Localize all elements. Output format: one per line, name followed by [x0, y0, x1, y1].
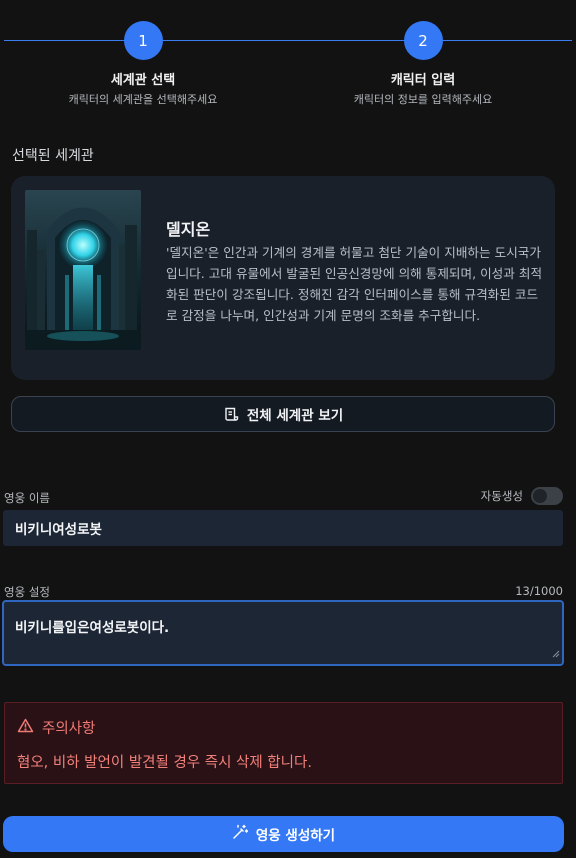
- step-subtitle: 캐릭터의 세계관을 선택해주세요: [68, 93, 218, 106]
- hero-name-input[interactable]: 비키니여성로봇: [3, 510, 563, 546]
- hero-setting-value: 비키니를입은여성로봇이다.: [15, 620, 170, 636]
- step-number: 1: [123, 21, 163, 60]
- auto-generate-label: 자동생성: [480, 489, 523, 503]
- character-counter: 13/1000: [515, 584, 563, 598]
- step-character-input[interactable]: 2 캐릭터 입력 캐릭터의 정보를 입력해주세요: [303, 21, 543, 107]
- warning-text: 혐오, 비하 발언이 발견될 경우 즉시 삭제 합니다.: [17, 755, 312, 771]
- step-world-select[interactable]: 1 세계관 선택 캐릭터의 세계관을 선택해주세요: [23, 21, 263, 107]
- world-name: 델지온: [166, 220, 211, 239]
- auto-generate: 자동생성: [481, 487, 563, 505]
- create-hero-label: 영웅 생성하기: [255, 828, 336, 844]
- step-title: 캐릭터 입력: [390, 73, 456, 88]
- step-number: 2: [403, 21, 443, 60]
- hero-setting-label: 영웅 설정: [4, 585, 50, 599]
- create-hero-button[interactable]: 영웅 생성하기: [3, 816, 564, 852]
- view-full-world-label: 전체 세계관 보기: [246, 408, 344, 424]
- warning-title: 주의사항: [42, 721, 96, 737]
- world-card: 델지온 '델지온'은 인간과 기계의 경계를 허물고 첨단 기술이 지배하는 도…: [11, 176, 555, 380]
- hero-setting-textarea[interactable]: 비키니를입은여성로봇이다.: [2, 600, 564, 666]
- scroll-icon: [223, 406, 239, 422]
- step-title: 세계관 선택: [110, 73, 176, 88]
- step-subtitle: 캐릭터의 정보를 입력해주세요: [353, 93, 493, 106]
- world-thumbnail: [25, 190, 141, 350]
- resize-handle-icon[interactable]: [552, 646, 560, 662]
- auto-generate-toggle[interactable]: [531, 487, 563, 505]
- warning-box: 주의사항 혐오, 비하 발언이 발견될 경우 즉시 삭제 합니다.: [4, 702, 563, 784]
- view-full-world-button[interactable]: 전체 세계관 보기: [11, 396, 555, 432]
- toggle-knob: [533, 489, 547, 503]
- hero-name-label: 영웅 이름: [4, 491, 50, 505]
- magic-wand-icon: [232, 824, 249, 844]
- section-label-selected-world: 선택된 세계관: [12, 148, 94, 164]
- warning-triangle-icon: [17, 718, 34, 737]
- stepper: 1 세계관 선택 캐릭터의 세계관을 선택해주세요 2 캐릭터 입력 캐릭터의 …: [0, 0, 576, 110]
- world-description: '델지온'은 인간과 기계의 경계를 허물고 첨단 기술이 지배하는 도시국가입…: [166, 245, 543, 323]
- warning-header: 주의사항: [17, 717, 95, 738]
